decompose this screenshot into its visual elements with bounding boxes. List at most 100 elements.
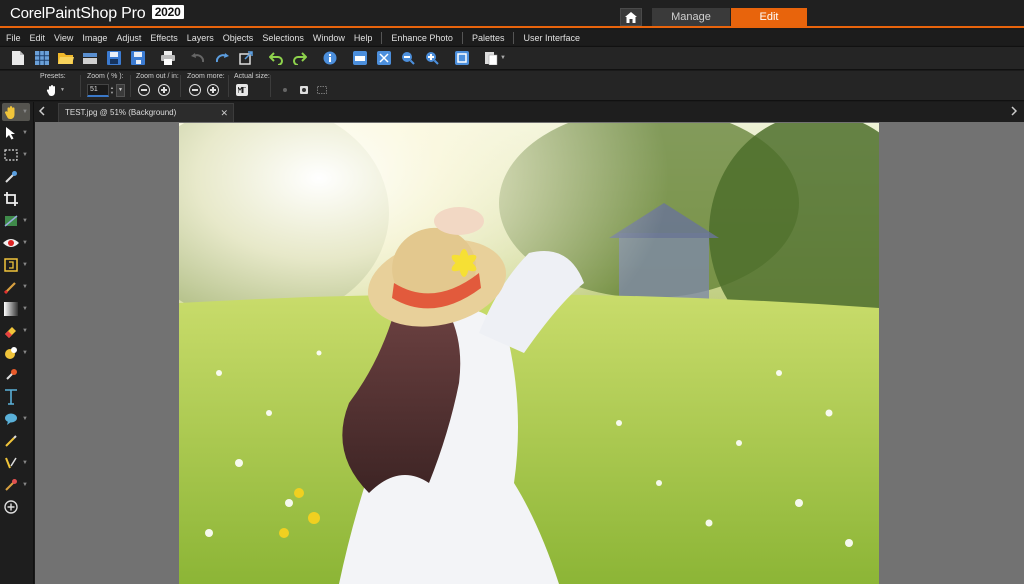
- info-button[interactable]: [320, 48, 340, 68]
- new-button[interactable]: [8, 48, 28, 68]
- menu-palettes[interactable]: Palettes: [472, 33, 505, 43]
- home-tab[interactable]: [620, 8, 642, 26]
- paste-icon: [485, 52, 498, 65]
- menu-file[interactable]: File: [6, 33, 21, 43]
- chevron-down-icon: ▼: [500, 55, 506, 61]
- tool-red-eye[interactable]: ▼: [2, 234, 30, 252]
- tab-manage[interactable]: Manage: [652, 8, 730, 26]
- menu-view[interactable]: View: [54, 33, 73, 43]
- sparkle-icon: [300, 86, 308, 94]
- scan-button[interactable]: [80, 48, 100, 68]
- magic-fit-button[interactable]: [299, 85, 309, 95]
- zoom-in-icon: [426, 52, 439, 65]
- folder-open-icon: [58, 53, 74, 64]
- printer-icon: [161, 51, 175, 65]
- tool-preset-shape[interactable]: ▼: [2, 410, 30, 428]
- menu-adjust[interactable]: Adjust: [116, 33, 141, 43]
- tool-clone-brush[interactable]: ▼: [2, 476, 30, 494]
- undo-icon: [269, 52, 283, 65]
- new-from-template-button[interactable]: [32, 48, 52, 68]
- menu-layers[interactable]: Layers: [187, 33, 214, 43]
- tool-selection[interactable]: ▼: [2, 146, 30, 164]
- brand-version: 2020: [151, 5, 184, 19]
- tool-straighten[interactable]: ▼: [2, 212, 30, 230]
- rotate-right-button[interactable]: [212, 48, 232, 68]
- redo-icon: [293, 52, 307, 65]
- tab-scroll-right[interactable]: [1011, 106, 1018, 119]
- brand-product: PaintShop Pro: [44, 5, 146, 22]
- crop-icon: [4, 192, 18, 206]
- tool-pan[interactable]: ▼: [2, 103, 30, 121]
- chevron-down-icon: ▼: [22, 460, 28, 466]
- paint-brush-icon: [4, 282, 16, 294]
- document-image[interactable]: [179, 123, 879, 584]
- actual-size-button[interactable]: [236, 84, 248, 96]
- zoom-input[interactable]: 51: [87, 83, 109, 97]
- tool-color-changer[interactable]: [2, 366, 30, 384]
- menu-edit[interactable]: Edit: [30, 33, 46, 43]
- chevron-down-icon: ▼: [22, 482, 28, 488]
- menu-enhance-photo[interactable]: Enhance Photo: [391, 33, 453, 43]
- tool-gradient[interactable]: ▼: [2, 300, 30, 318]
- tool-pick[interactable]: ▼: [2, 124, 30, 142]
- tool-makeover[interactable]: ▼: [2, 256, 30, 274]
- tab-edit[interactable]: Edit: [731, 8, 807, 26]
- tools-palette: ▼ ▼ ▼ ▼ ▼ ▼ ▼ ▼ ▼ ▼ ▼ ▼ ▼: [0, 102, 34, 584]
- fit-window-button[interactable]: [374, 48, 394, 68]
- rotate-left-button[interactable]: [188, 48, 208, 68]
- tool-crop[interactable]: [2, 190, 30, 208]
- zoom-out-in-label: Zoom out / in:: [136, 73, 179, 80]
- menu-selections[interactable]: Selections: [262, 33, 304, 43]
- menu-divider: [513, 31, 515, 44]
- eraser-icon: [5, 327, 16, 338]
- tool-pen[interactable]: [2, 432, 30, 450]
- zoom-in-toolbar-button[interactable]: [422, 48, 442, 68]
- tool-paint-brush[interactable]: ▼: [2, 278, 30, 296]
- zoom-in-button[interactable]: [158, 84, 170, 96]
- menu-user-interface[interactable]: User Interface: [523, 33, 580, 43]
- menu-help[interactable]: Help: [354, 33, 373, 43]
- image-workspace[interactable]: [35, 122, 1024, 584]
- full-screen-button[interactable]: [452, 48, 472, 68]
- color-changer-icon: [6, 369, 17, 380]
- save-icon: [107, 51, 121, 65]
- zoom-more-in-button[interactable]: [207, 84, 219, 96]
- zoom-stepper[interactable]: ▲ ▼: [110, 84, 115, 97]
- tool-dodge[interactable]: ▼: [2, 344, 30, 362]
- chevron-down-icon: ▼: [22, 109, 28, 115]
- menu-objects[interactable]: Objects: [223, 33, 254, 43]
- zoom-dropdown[interactable]: ▼: [116, 83, 125, 97]
- menu-window[interactable]: Window: [313, 33, 345, 43]
- tool-more[interactable]: [2, 498, 30, 516]
- chevron-down-icon: ▼: [22, 262, 28, 268]
- close-icon[interactable]: ✕: [220, 108, 228, 119]
- paste-button[interactable]: ▼: [482, 48, 508, 68]
- zoom-more-out-button[interactable]: [189, 84, 201, 96]
- tool-warp-brush[interactable]: ▼: [2, 454, 30, 472]
- save-as-button[interactable]: [128, 48, 148, 68]
- save-button[interactable]: [104, 48, 124, 68]
- document-tab[interactable]: TEST.jpg @ 51% (Background) ✕: [58, 103, 234, 122]
- fit-selection-button[interactable]: [317, 85, 327, 95]
- presets-dropdown[interactable]: ▼: [46, 83, 65, 97]
- option-dot[interactable]: [283, 88, 287, 92]
- chevron-down-icon: ▼: [22, 152, 28, 158]
- zoom-out-toolbar-button[interactable]: [398, 48, 418, 68]
- presets-label: Presets:: [40, 73, 66, 80]
- tool-dropper[interactable]: [2, 168, 30, 186]
- resize-button[interactable]: [236, 48, 256, 68]
- menu-effects[interactable]: Effects: [150, 33, 177, 43]
- print-button[interactable]: [158, 48, 178, 68]
- redo-button[interactable]: [290, 48, 310, 68]
- zoom-out-button[interactable]: [138, 84, 150, 96]
- marquee-icon: [4, 149, 18, 161]
- pan-hand-icon: [5, 106, 15, 119]
- open-button[interactable]: [56, 48, 76, 68]
- undo-button[interactable]: [266, 48, 286, 68]
- tool-text[interactable]: [2, 388, 30, 406]
- actual-size-toolbar-button[interactable]: [350, 48, 370, 68]
- tab-scroll-left[interactable]: [38, 106, 45, 119]
- menu-image[interactable]: Image: [82, 33, 107, 43]
- pan-hand-icon: [46, 85, 55, 96]
- tool-eraser[interactable]: ▼: [2, 322, 30, 340]
